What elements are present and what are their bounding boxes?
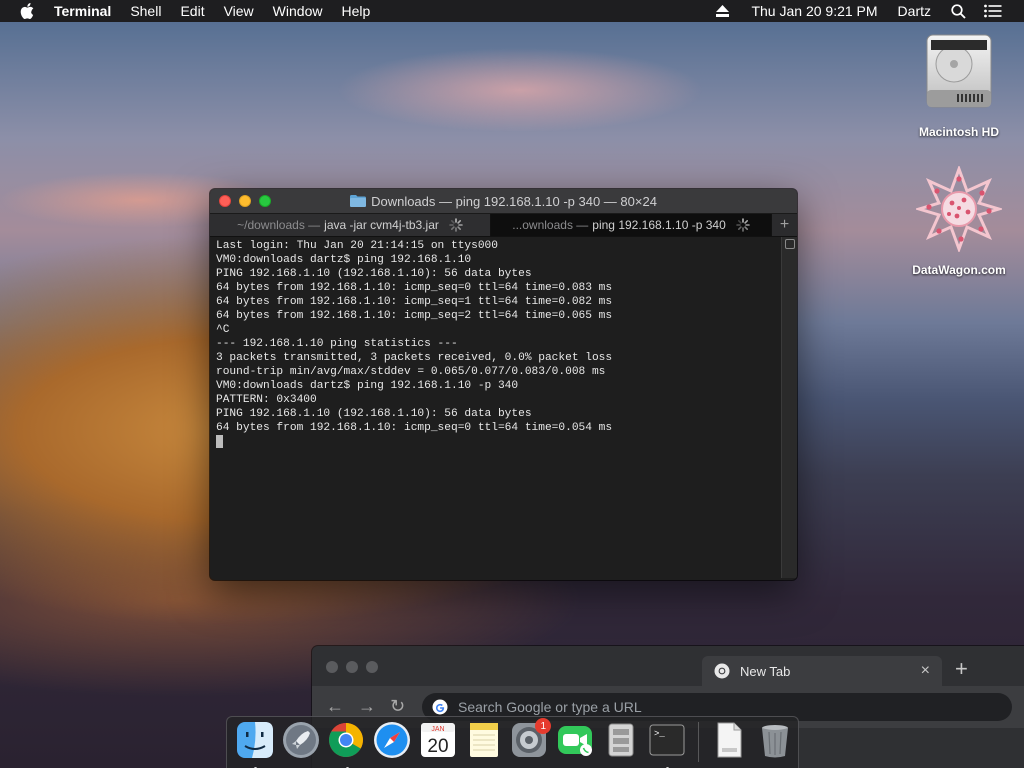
- dock-safari[interactable]: [370, 720, 414, 764]
- calendar-icon: JAN 20: [420, 723, 455, 757]
- activity-spinner-icon: [735, 218, 750, 232]
- chrome-tab-title: New Tab: [740, 663, 791, 679]
- terminal-line: ^C: [216, 324, 230, 336]
- menubar-user[interactable]: Dartz: [898, 3, 931, 19]
- terminal-tab-bar: ~/downloads — java -jar cvm4j-tb3.jar ..…: [210, 213, 797, 237]
- dock-finder[interactable]: [233, 720, 277, 768]
- tab-path: ...ownloads —: [512, 218, 589, 232]
- calendar-month: JAN: [431, 726, 444, 733]
- xml-document-icon: [717, 722, 742, 758]
- chrome-icon: [329, 723, 364, 757]
- terminal-output[interactable]: Last login: Thu Jan 20 21:14:15 on ttys0…: [210, 237, 797, 578]
- terminal-window[interactable]: Downloads — ping 192.168.1.10 -p 340 — 8…: [210, 189, 797, 580]
- menu-help[interactable]: Help: [341, 3, 370, 19]
- desktop-icon-macintosh-hd[interactable]: Macintosh HD: [900, 32, 1018, 139]
- omnibox-placeholder: Search Google or type a URL: [458, 699, 642, 715]
- terminal-line: round-trip min/avg/max/stddev = 0.065/0.…: [216, 366, 606, 378]
- notes-icon: [469, 723, 498, 757]
- dock-system-preferences[interactable]: 1: [508, 718, 552, 764]
- zoom-window-button[interactable]: [366, 661, 378, 673]
- calendar-day: 20: [427, 736, 448, 757]
- tab-path: ~/downloads —: [237, 218, 321, 232]
- safari-compass-icon: [374, 722, 411, 758]
- terminal-scrollbar[interactable]: [781, 237, 797, 578]
- finder-icon: [236, 722, 273, 758]
- tab-label: ping 192.168.1.10 -p 340: [592, 218, 726, 232]
- migration-assistant-icon: [608, 723, 634, 757]
- menu-window[interactable]: Window: [273, 3, 323, 19]
- terminal-cursor-line: [216, 435, 797, 451]
- terminal-line: PING 192.168.1.10 (192.168.1.10): 56 dat…: [216, 408, 532, 420]
- menubar-clock[interactable]: Thu Jan 20 9:21 PM: [751, 3, 877, 19]
- terminal-line: 64 bytes from 192.168.1.10: icmp_seq=1 t…: [216, 296, 613, 308]
- chrome-tab-new-tab[interactable]: New Tab ×: [702, 656, 942, 686]
- minimize-window-button[interactable]: [346, 661, 358, 673]
- terminal-tab-java[interactable]: ~/downloads — java -jar cvm4j-tb3.jar: [210, 214, 491, 236]
- terminal-line: PATTERN: 0x3400: [216, 394, 317, 406]
- scroll-marks-icon[interactable]: [784, 239, 795, 249]
- folder-icon: [350, 195, 367, 207]
- zoom-window-button[interactable]: [259, 195, 271, 207]
- terminal-line: PING 192.168.1.10 (192.168.1.10): 56 dat…: [216, 268, 532, 280]
- terminal-new-tab-button[interactable]: +: [771, 214, 797, 236]
- dock-chrome[interactable]: [325, 720, 369, 768]
- terminal-line: 64 bytes from 192.168.1.10: icmp_seq=0 t…: [216, 282, 613, 294]
- dock-terminal[interactable]: >_: [645, 720, 689, 768]
- google-g-icon: [432, 699, 448, 715]
- spotlight-search-icon[interactable]: [951, 3, 966, 19]
- terminal-icon: >_: [649, 724, 685, 756]
- terminal-line: Last login: Thu Jan 20 21:14:15 on ttys0…: [216, 240, 498, 252]
- menu-view[interactable]: View: [224, 3, 254, 19]
- new-tab-button[interactable]: +: [955, 658, 968, 680]
- dock-calendar[interactable]: JAN 20: [416, 720, 460, 764]
- facetime-camera-icon: [558, 726, 593, 756]
- terminal-line: 3 packets transmitted, 3 packets receive…: [216, 352, 613, 364]
- hard-drive-icon: [926, 34, 992, 108]
- tab-label: java -jar cvm4j-tb3.jar: [324, 218, 439, 232]
- datawagon-logo-icon: [913, 164, 1005, 254]
- terminal-title: Downloads — ping 192.168.1.10 -p 340 — 8…: [371, 193, 657, 209]
- menu-app-terminal[interactable]: Terminal: [54, 3, 111, 19]
- dock-migration-assistant[interactable]: [599, 720, 643, 764]
- menu-bar: Terminal Shell Edit View Window Help Thu…: [0, 0, 1024, 22]
- terminal-line: VM0:downloads dartz$ ping 192.168.1.10 -…: [216, 380, 519, 392]
- terminal-line: 64 bytes from 192.168.1.10: icmp_seq=2 t…: [216, 310, 613, 322]
- back-button[interactable]: ←: [326, 696, 344, 717]
- trash-icon: [762, 725, 789, 758]
- dock-facetime[interactable]: [553, 720, 597, 764]
- menu-edit[interactable]: Edit: [180, 3, 204, 19]
- close-window-button[interactable]: [326, 661, 338, 673]
- dock-notes[interactable]: [462, 720, 506, 764]
- close-tab-icon[interactable]: ×: [921, 662, 930, 680]
- terminal-tab-ping[interactable]: ...ownloads — ping 192.168.1.10 -p 340: [491, 214, 771, 236]
- dock-xml-document[interactable]: [708, 720, 752, 764]
- desktop-icon-label: DataWagon.com: [912, 263, 1006, 277]
- dock-trash[interactable]: [753, 720, 797, 764]
- terminal-titlebar[interactable]: Downloads — ping 192.168.1.10 -p 340 — 8…: [210, 189, 797, 213]
- menu-shell[interactable]: Shell: [130, 3, 161, 19]
- dock-launchpad[interactable]: [279, 720, 323, 764]
- dock-separator: [697, 722, 699, 762]
- desktop-icon-label: Macintosh HD: [918, 125, 999, 139]
- activity-spinner-icon: [449, 218, 463, 232]
- reload-button[interactable]: ↻: [390, 696, 405, 717]
- text-cursor: [216, 435, 223, 448]
- chrome-favicon-icon: [714, 663, 730, 679]
- desktop-icon-datawagon[interactable]: DataWagon.com: [896, 164, 1022, 277]
- terminal-line: VM0:downloads dartz$ ping 192.168.1.10: [216, 254, 472, 266]
- forward-button[interactable]: →: [358, 696, 376, 717]
- svg-text:>_: >_: [654, 729, 665, 739]
- launchpad-rocket-icon: [282, 722, 319, 758]
- terminal-line: --- 192.168.1.10 ping statistics ---: [216, 338, 458, 350]
- apple-menu-icon[interactable]: [20, 3, 34, 19]
- notification-center-icon[interactable]: [984, 4, 1002, 18]
- minimize-window-button[interactable]: [239, 195, 251, 207]
- eject-icon[interactable]: [716, 5, 730, 17]
- close-window-button[interactable]: [219, 195, 231, 207]
- dock: JAN 20 1 >_: [226, 716, 799, 768]
- terminal-line: 64 bytes from 192.168.1.10: icmp_seq=0 t…: [216, 422, 613, 434]
